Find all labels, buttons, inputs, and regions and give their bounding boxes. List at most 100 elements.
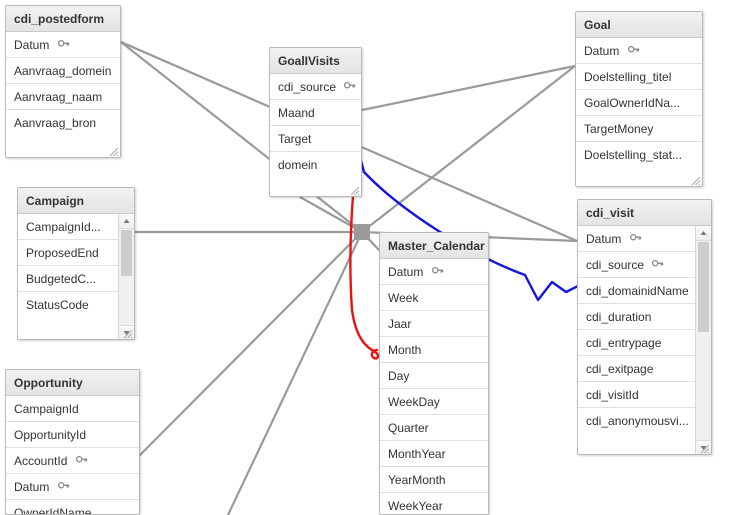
field-label: AccountId (14, 454, 68, 468)
field-row[interactable]: Doelstelling_stat... (576, 142, 702, 168)
table-title: cdi_postedform (6, 6, 120, 32)
field-row[interactable]: cdi_entrypage (578, 330, 711, 356)
field-row[interactable]: Jaar (380, 311, 488, 337)
field-row[interactable]: Doelstelling_titel (576, 64, 702, 90)
field-row[interactable]: Month (380, 337, 488, 363)
field-label: BudgetedC... (26, 272, 97, 286)
field-label: OwnerIdName (14, 506, 92, 515)
field-row[interactable]: WeekDay (380, 389, 488, 415)
field-row[interactable]: OpportunityId (6, 422, 139, 448)
key-icon (75, 448, 88, 473)
field-label: WeekYear (388, 499, 443, 513)
field-row[interactable]: Aanvraag_bron (6, 110, 120, 136)
field-list: Datum Aanvraag_domein Aanvraag_naam Aanv… (6, 32, 120, 136)
field-row[interactable]: YearMonth (380, 467, 488, 493)
field-list: Datum Doelstelling_titel GoalOwnerIdNa..… (576, 38, 702, 168)
field-row[interactable]: Aanvraag_naam (6, 84, 120, 110)
field-label: cdi_source (586, 258, 645, 272)
field-label: Datum (584, 44, 620, 58)
field-row[interactable]: TargetMoney (576, 116, 702, 142)
field-label: Quarter (388, 421, 429, 435)
field-row[interactable]: cdi_visitId (578, 382, 711, 408)
field-row[interactable]: Datum (6, 32, 120, 58)
field-row[interactable]: cdi_exitpage (578, 356, 711, 382)
field-label: CampaignId... (26, 220, 101, 234)
field-row[interactable]: Datum (6, 474, 139, 500)
field-label: ProposedEnd (26, 246, 99, 260)
field-row[interactable]: Aanvraag_domein (6, 58, 120, 84)
field-row[interactable]: CampaignId (6, 396, 139, 422)
field-row[interactable]: cdi_source (578, 252, 711, 278)
field-row[interactable]: StatusCode (18, 292, 134, 318)
field-label: Doelstelling_titel (584, 70, 672, 84)
vertical-scrollbar[interactable] (695, 226, 711, 454)
table-master-calendar[interactable]: Master_Calendar Datum Week Jaar Month Da… (379, 232, 489, 515)
field-row[interactable]: cdi_duration (578, 304, 711, 330)
field-row[interactable]: ProposedEnd (18, 240, 134, 266)
field-row[interactable]: Datum (380, 259, 488, 285)
field-row[interactable]: Quarter (380, 415, 488, 441)
field-row[interactable]: WeekYear (380, 493, 488, 514)
field-label: Week (388, 291, 419, 305)
vertical-scrollbar[interactable] (118, 214, 134, 339)
field-row[interactable]: GoalOwnerIdNa... (576, 90, 702, 116)
resize-grip[interactable] (348, 183, 360, 196)
table-title: GoalIVisits (270, 48, 361, 74)
key-icon (627, 38, 640, 63)
field-label: domein (278, 158, 318, 172)
key-icon (652, 252, 664, 277)
field-label: Aanvraag_domein (14, 64, 112, 78)
link-goalvisits-hub (298, 195, 364, 234)
field-label: Target (278, 132, 312, 146)
resize-grip[interactable] (689, 173, 701, 186)
link-hub-node (353, 223, 371, 241)
resize-grip[interactable] (107, 144, 119, 157)
diagram-canvas: cdi_postedform Datum Aanvraag_domein Aan… (0, 0, 740, 515)
table-goalvisits[interactable]: GoalIVisits cdi_source Maand Target dome… (269, 47, 362, 197)
resize-grip[interactable] (121, 326, 133, 339)
field-row[interactable]: cdi_source (270, 74, 361, 100)
field-row[interactable]: Datum (578, 226, 711, 252)
field-label: cdi_domainidName (586, 284, 689, 298)
field-label: YearMonth (388, 473, 446, 487)
scroll-up-arrow[interactable] (119, 214, 134, 229)
field-list: CampaignId... ProposedEnd BudgetedC... S… (18, 214, 134, 318)
table-goal[interactable]: Goal Datum Doelstelling_titel GoalOwnerI… (575, 11, 703, 187)
table-campaign[interactable]: Campaign CampaignId... ProposedEnd Budge… (17, 187, 135, 340)
scrollbar-thumb[interactable] (698, 242, 709, 332)
scroll-up-arrow[interactable] (696, 226, 711, 241)
field-row[interactable]: Datum (576, 38, 702, 64)
field-list: cdi_source Maand Target domein (270, 74, 361, 178)
field-label: Datum (388, 265, 424, 279)
field-row[interactable]: cdi_domainidName (578, 278, 711, 304)
field-row[interactable]: AccountId (6, 448, 139, 474)
scrollbar-thumb[interactable] (121, 230, 132, 276)
field-row[interactable]: domein (270, 152, 361, 178)
field-row[interactable]: BudgetedC... (18, 266, 134, 292)
resize-grip[interactable] (698, 441, 710, 454)
field-label: cdi_anonymousvi... (586, 414, 689, 428)
field-row[interactable]: MonthYear (380, 441, 488, 467)
field-row[interactable]: Day (380, 363, 488, 389)
table-opportunity[interactable]: Opportunity CampaignId OpportunityId Acc… (5, 369, 140, 515)
field-label: GoalOwnerIdNa... (584, 96, 681, 110)
field-row[interactable]: Target (270, 126, 361, 152)
table-title: Campaign (18, 188, 134, 214)
table-title: Goal (576, 12, 702, 38)
field-row[interactable]: CampaignId... (18, 214, 134, 240)
table-title: Master_Calendar (380, 233, 488, 259)
table-cdi-postedform[interactable]: cdi_postedform Datum Aanvraag_domein Aan… (5, 5, 121, 158)
link-goal-hub (360, 64, 577, 234)
field-row[interactable]: Week (380, 285, 488, 311)
key-icon (344, 74, 356, 99)
field-label: Doelstelling_stat... (584, 148, 683, 162)
field-label: Datum (14, 38, 50, 52)
table-cdi-visit[interactable]: cdi_visit Datum cdi_source cdi_domainidN… (577, 199, 712, 455)
table-title: cdi_visit (578, 200, 711, 226)
field-row[interactable]: OwnerIdName (6, 500, 139, 515)
field-row[interactable]: cdi_anonymousvi... (578, 408, 711, 434)
field-row[interactable]: Maand (270, 100, 361, 126)
field-label: Day (388, 369, 410, 383)
link-hub-lowerleft (226, 230, 364, 515)
field-label: cdi_entrypage (586, 336, 662, 350)
